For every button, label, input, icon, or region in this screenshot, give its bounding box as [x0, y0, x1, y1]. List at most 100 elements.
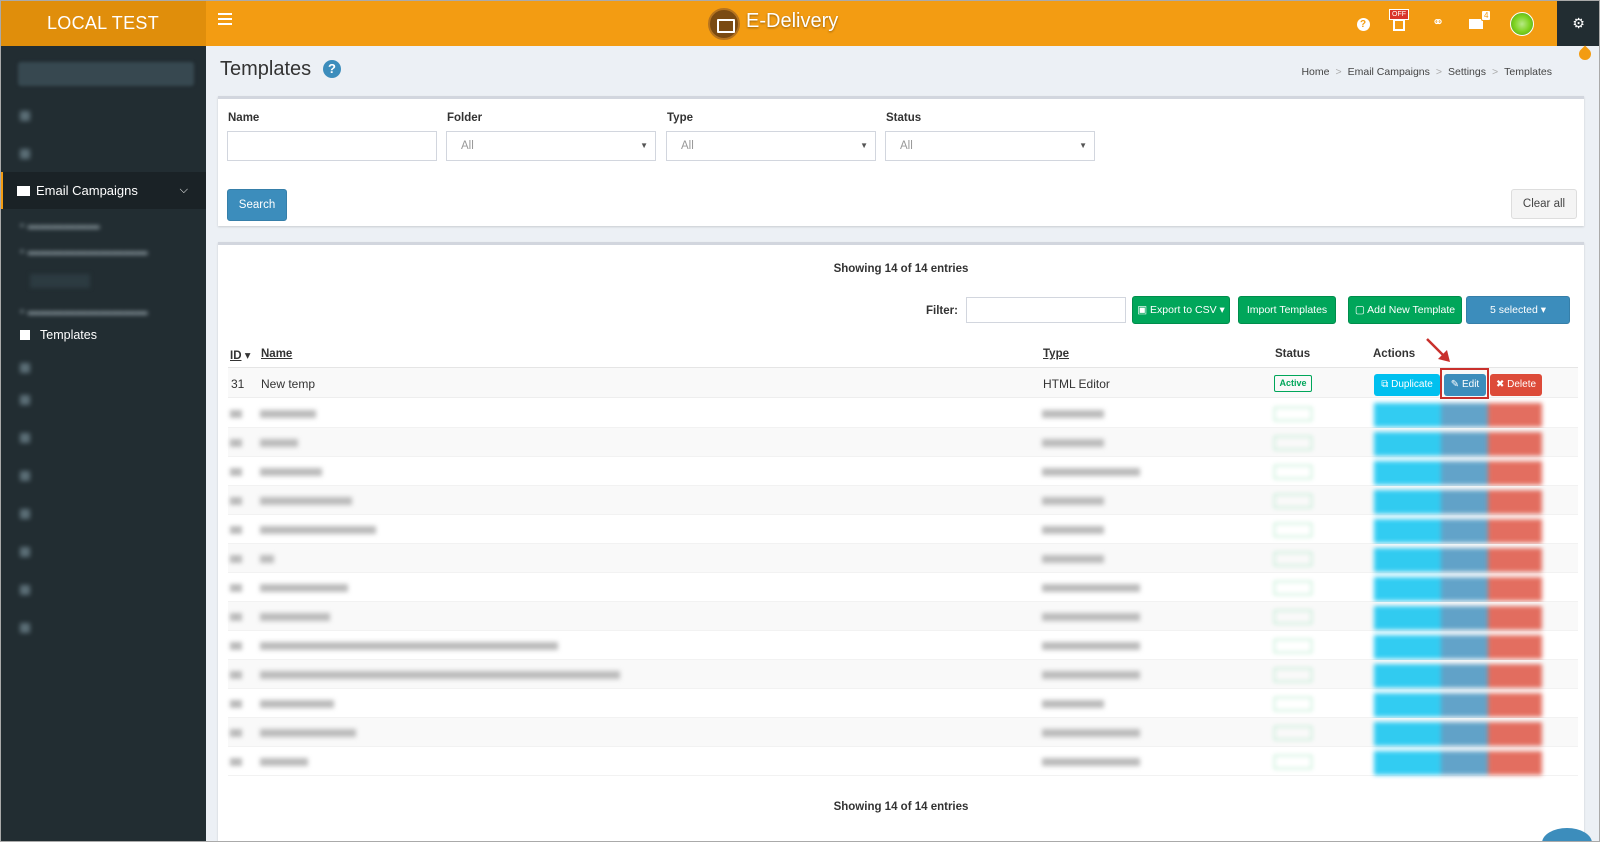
add-new-template-button[interactable]: ▢ Add New Template	[1348, 296, 1462, 324]
sort-desc-icon: ▾	[244, 350, 251, 362]
sidebar-item-label: Templates	[40, 328, 97, 342]
sidebar-search-input[interactable]	[18, 62, 194, 86]
folder-filter-select[interactable]: All ▼	[446, 131, 656, 161]
brand-logo[interactable]: LOCAL TEST	[0, 0, 206, 46]
status-filter-label: Status	[886, 112, 922, 124]
envelope-icon	[17, 186, 30, 196]
row-id: 31	[231, 377, 245, 391]
duplicate-label: Duplicate	[1391, 379, 1433, 390]
column-header-status: Status	[1275, 348, 1311, 360]
export-csv-button[interactable]: ▣ Export to CSV ▾	[1132, 296, 1230, 324]
type-filter-value: All	[681, 140, 694, 152]
search-button[interactable]: Search	[227, 189, 287, 221]
clear-all-button[interactable]: Clear all	[1511, 189, 1577, 219]
new-file-icon: ▢	[1354, 304, 1368, 316]
document-icon	[20, 330, 30, 340]
sidebar-settings-header-blurred	[30, 274, 90, 288]
status-filter-select[interactable]: All ▼	[885, 131, 1095, 161]
duplicate-button[interactable]: ⧉ Duplicate	[1374, 374, 1440, 396]
question-icon[interactable]: ?	[323, 60, 341, 78]
column-header-type[interactable]: Type	[1043, 348, 1069, 360]
column-selector-label: 5 selected	[1489, 304, 1538, 316]
breadcrumb-settings[interactable]: Settings	[1448, 66, 1486, 78]
caret-down-icon: ▼	[860, 141, 868, 150]
breadcrumb-home[interactable]: Home	[1301, 66, 1329, 78]
table-row	[228, 631, 1578, 660]
breadcrumb: Home > Email Campaigns > Settings > Templates	[1301, 66, 1552, 78]
menu-toggle-icon[interactable]	[218, 13, 232, 27]
sidebar-item-blurred[interactable]	[0, 506, 206, 528]
add-new-template-label: Add New Template	[1367, 304, 1456, 316]
edit-button[interactable]: ✎ Edit	[1444, 374, 1486, 396]
mail-count-badge: 4	[1481, 10, 1492, 21]
table-row	[228, 718, 1578, 747]
sidebar-item-email-campaigns[interactable]: Email Campaigns ⌵	[0, 172, 206, 209]
filter-panel: Name Folder All ▼ Type All ▼ Status All …	[218, 96, 1584, 226]
folder-filter-label: Folder	[447, 112, 483, 124]
sidebar-item-blurred[interactable]	[0, 146, 206, 168]
table-filter-input[interactable]	[966, 297, 1126, 323]
file-csv-icon: ▣	[1137, 304, 1151, 316]
delete-button[interactable]: ✖ Delete	[1490, 374, 1542, 396]
app-name: E-Delivery	[746, 10, 839, 32]
breadcrumb-email-campaigns[interactable]: Email Campaigns	[1348, 66, 1430, 78]
status-badge: Active	[1274, 375, 1312, 392]
status-filter-value: All	[900, 140, 913, 152]
entries-count-top: Showing 14 of 14 entries	[833, 263, 969, 275]
sidebar-item-blurred[interactable]	[0, 582, 206, 604]
column-selector-button[interactable]: 5 selected ▾	[1466, 296, 1570, 324]
settings-gears-icon[interactable]: ⚙	[1557, 0, 1600, 46]
sidebar-item-blurred[interactable]	[0, 430, 206, 452]
sidebar-item-blurred[interactable]	[0, 544, 206, 566]
export-csv-label: Export to CSV	[1150, 304, 1217, 316]
row-type: HTML Editor	[1043, 377, 1110, 391]
table-row	[228, 602, 1578, 631]
edit-icon: ✎	[1450, 379, 1462, 390]
sidebar-subitem-blurred[interactable]: ▪ ▬▬▬▬▬▬▬▬▬▬	[20, 244, 148, 258]
app-logo-icon	[708, 8, 740, 40]
sidebar-subitem-blurred[interactable]: ▪ ▬▬▬▬▬▬	[20, 218, 100, 232]
table-row	[228, 515, 1578, 544]
mail-icon[interactable]: 4	[1467, 10, 1492, 33]
caret-down-icon: ▼	[640, 141, 648, 150]
top-navbar: LOCAL TEST E-Delivery ? OFF ⚭ 4 ⚙	[0, 0, 1600, 46]
sidebar-item-blurred[interactable]	[0, 360, 206, 382]
templates-list-panel: Showing 14 of 14 entries Filter: ▣ Expor…	[218, 242, 1584, 842]
caret-down-icon: ▾	[1537, 304, 1547, 316]
drop-icon	[1576, 44, 1594, 66]
sidebar-item-blurred[interactable]	[0, 620, 206, 642]
help-icon[interactable]: ?	[1353, 13, 1373, 33]
breadcrumb-templates: Templates	[1504, 66, 1552, 78]
page-title: Templates	[220, 58, 312, 80]
notifications-off-icon[interactable]: OFF	[1389, 9, 1410, 31]
row-name: New temp	[261, 377, 316, 391]
table-row	[228, 689, 1578, 718]
import-templates-button[interactable]: Import Templates	[1238, 296, 1336, 324]
table-row: 31 New temp HTML Editor Active ⧉ Duplica…	[228, 338, 1578, 399]
table-row	[228, 660, 1578, 689]
sidebar-item-blurred[interactable]	[0, 468, 206, 490]
sidebar-subitem-blurred[interactable]: ▪ ▬▬▬▬▬▬▬▬▬▬	[20, 304, 148, 318]
entries-count-bottom: Showing 14 of 14 entries	[833, 801, 969, 813]
column-header-id[interactable]: ID ▾	[230, 348, 250, 362]
table-row	[228, 428, 1578, 457]
chevron-down-icon: ⌵	[179, 184, 188, 196]
name-filter-label: Name	[228, 112, 260, 124]
caret-down-icon: ▼	[1079, 141, 1087, 150]
table-row	[228, 457, 1578, 486]
table-row	[228, 544, 1578, 573]
type-filter-label: Type	[667, 112, 693, 124]
sidebar-item-blurred[interactable]	[0, 108, 206, 130]
close-icon: ✖	[1495, 379, 1508, 390]
table-row	[228, 747, 1578, 776]
sidebar: Email Campaigns ⌵ ▪ ▬▬▬▬▬▬ ▪ ▬▬▬▬▬▬▬▬▬▬ …	[0, 46, 206, 842]
column-header-name[interactable]: Name	[261, 348, 292, 360]
user-avatar[interactable]	[1510, 12, 1534, 36]
annotation-arrow-icon	[1426, 338, 1450, 362]
name-filter-input[interactable]	[227, 131, 437, 161]
type-filter-select[interactable]: All ▼	[666, 131, 876, 161]
table-row	[228, 486, 1578, 515]
link-icon[interactable]: ⚭	[1428, 13, 1448, 33]
sidebar-item-templates[interactable]: Templates	[20, 328, 97, 342]
sidebar-item-blurred[interactable]	[0, 392, 206, 414]
